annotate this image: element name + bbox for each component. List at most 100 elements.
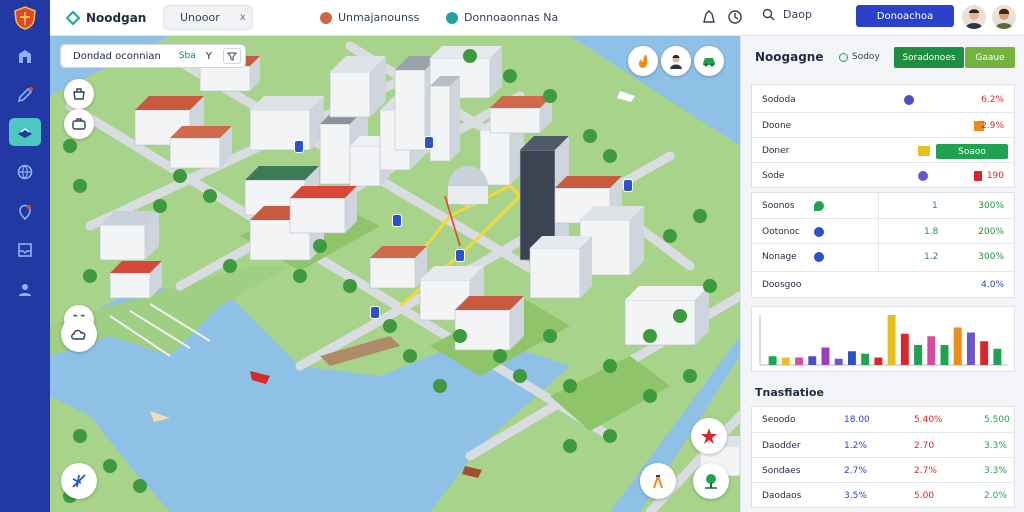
alert-star-icon	[701, 428, 717, 444]
sidebar-item-analytics[interactable]	[9, 158, 41, 186]
chart-bar[interactable]	[781, 357, 790, 366]
table-cell-label: Daodder	[762, 441, 801, 451]
sidebar-item-edit[interactable]	[9, 81, 41, 109]
map-marker[interactable]	[370, 306, 380, 319]
user-avatar[interactable]	[962, 5, 986, 29]
map-marker[interactable]	[294, 140, 304, 153]
chart-bar[interactable]	[834, 358, 843, 365]
stat-label: Doosgoo	[762, 280, 802, 290]
stat-row[interactable]: Doone 2.9%	[752, 112, 1014, 137]
search-icon	[762, 8, 775, 21]
map-weather-button[interactable]	[61, 316, 97, 352]
chart-bar[interactable]	[953, 327, 962, 366]
brand[interactable]: Noodgan	[66, 9, 146, 27]
tab-active[interactable]: Unooor x	[163, 5, 253, 30]
stat-label: Ootonoc	[762, 227, 800, 237]
table-cell-value: 2.70	[914, 441, 935, 451]
map-layers-button[interactable]	[64, 79, 94, 109]
table-cell-label: Sondaes	[762, 466, 801, 476]
chart-bar[interactable]	[993, 348, 1002, 365]
map-tools-button[interactable]	[640, 463, 676, 499]
map-navigate-button[interactable]	[61, 463, 97, 499]
stat-value: 200%	[978, 227, 1004, 237]
chart-bar[interactable]	[768, 356, 777, 365]
chart-bar[interactable]	[940, 345, 949, 365]
map-park-button[interactable]	[693, 463, 729, 499]
map-marker[interactable]	[424, 136, 434, 149]
map-bag-button[interactable]	[64, 109, 94, 139]
stat-label: Sode	[762, 171, 785, 181]
upload-icon[interactable]	[701, 9, 717, 25]
chart-bar[interactable]	[980, 341, 989, 365]
table-row[interactable]: Sondaes 2.7% 2.7% 3.3%	[752, 457, 1014, 482]
stat-row[interactable]: Sododa 6.2%	[752, 87, 1014, 112]
globe-small-icon	[446, 11, 458, 24]
stat-row[interactable]: Doosgoo 4.0%	[752, 271, 1014, 296]
table-row[interactable]: Seoodo 18.00 5.40% 5.500	[752, 407, 1014, 432]
stat-value: 300%	[978, 252, 1004, 262]
stat-row[interactable]: Ootonoc 1.8 200%	[752, 218, 1014, 243]
chart-bar[interactable]	[808, 356, 817, 365]
table-cell-value: 5.500	[984, 415, 1010, 425]
stat-row[interactable]: Sode 190	[752, 162, 1014, 187]
panel-title: Noogagne	[755, 50, 824, 64]
radio-label: Sodoy	[852, 52, 880, 62]
tab-third[interactable]: Donnoaonnas Na	[436, 5, 568, 30]
map-alert-button[interactable]	[691, 418, 727, 454]
chart-bar[interactable]	[847, 351, 856, 365]
stat-bar: Soaoo	[936, 144, 1008, 159]
chart-bar[interactable]	[927, 336, 936, 365]
panel-primary-button[interactable]: Soradonoes	[894, 47, 964, 68]
table-cell-value: 5.40%	[914, 415, 943, 425]
stat-row[interactable]: Doner Soaoo	[752, 137, 1014, 162]
sidebar-item-reports[interactable]	[9, 236, 41, 264]
chart-bar[interactable]	[900, 333, 909, 365]
panel-radio[interactable]: Sodoy	[839, 52, 880, 62]
stat-row[interactable]: Soonos 1 300%	[752, 193, 1014, 218]
chart-bar[interactable]	[874, 357, 883, 366]
map-search-bar[interactable]: Dondad oconnian Sba Y	[60, 44, 246, 68]
chart-bar[interactable]	[966, 332, 975, 366]
map-marker[interactable]	[455, 249, 465, 262]
map-search-text: Dondad oconnian	[73, 50, 161, 62]
analytics-panel: Noogagne Sodoy Soradonoes Gaaue Sododa 6…	[740, 36, 1024, 512]
avatar-icon	[962, 5, 986, 29]
chart-bar[interactable]	[821, 347, 830, 366]
table-row[interactable]: Daodaos 3.5% 5.00 2.0%	[752, 482, 1014, 507]
diamond-logo-icon	[66, 11, 80, 25]
city-map[interactable]: Dondad oconnian Sba Y	[50, 36, 740, 512]
map-marker[interactable]	[623, 179, 633, 192]
filter-button[interactable]	[223, 48, 241, 64]
sidebar-item-home[interactable]	[9, 42, 41, 70]
map-scene[interactable]	[50, 36, 740, 512]
panel-secondary-button[interactable]: Gaaue	[965, 47, 1015, 68]
map-search-tag: Sba	[178, 51, 196, 61]
chart-bar[interactable]	[914, 345, 923, 365]
search-button[interactable]: Daop	[762, 8, 812, 21]
table-row[interactable]: Daodder 1.2% 2.70 3.3%	[752, 432, 1014, 457]
top-bar: Noodgan Unooor x Unmajanounss Donnoaonna…	[50, 0, 1024, 36]
map-vehicle-button[interactable]	[694, 46, 724, 76]
chart-bar[interactable]	[887, 315, 896, 365]
chart-bar[interactable]	[861, 353, 870, 365]
stat-row[interactable]: Nonage 1.2 300%	[752, 243, 1014, 268]
map-avatar-button[interactable]	[661, 46, 691, 76]
map-fire-button[interactable]	[628, 46, 658, 76]
chart-bar[interactable]	[795, 357, 804, 366]
primary-action-button[interactable]: Donoachoa	[856, 5, 954, 27]
tab-close-icon[interactable]: x	[240, 12, 246, 23]
map-marker[interactable]	[392, 214, 402, 227]
sidebar-item-map[interactable]	[9, 118, 41, 146]
stat-marker-icon	[918, 171, 928, 181]
stat-label: Doner	[762, 146, 790, 156]
sidebar-item-alerts[interactable]	[9, 198, 41, 226]
tools-icon	[653, 475, 663, 489]
tab-label: Donnoaonnas Na	[464, 11, 559, 24]
data-table: Seoodo 18.00 5.40% 5.500 Daodder 1.2% 2.70 3.3%…	[751, 406, 1015, 508]
tab-second[interactable]: Unmajanounss	[310, 5, 429, 30]
user-avatar-secondary[interactable]	[992, 5, 1016, 29]
clock-icon[interactable]	[727, 9, 743, 25]
sidebar-item-profile[interactable]	[9, 276, 41, 304]
stat-value-marker-icon	[974, 171, 982, 181]
stat-value: 6.2%	[981, 95, 1004, 105]
